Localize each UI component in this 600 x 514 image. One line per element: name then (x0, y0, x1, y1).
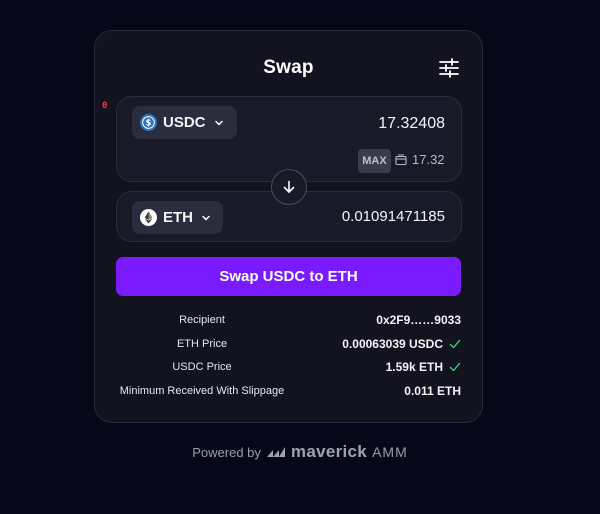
status-badge: 0 (102, 101, 108, 111)
check-icon (449, 339, 461, 348)
powered-by-footer: Powered by maverick AMM (0, 442, 600, 462)
from-token-label: USDC (163, 114, 206, 131)
brand-suffix: AMM (372, 444, 408, 460)
usdc-price-value: 1.59k ETH (385, 360, 443, 374)
wallet-icon (395, 154, 407, 165)
arrow-down-icon (283, 180, 295, 193)
page-title: Swap (263, 57, 314, 78)
detail-row-usdc-price: USDC Price 1.59k ETH (116, 358, 461, 382)
switch-tokens-button[interactable] (271, 169, 307, 205)
detail-row-eth-price: ETH Price 0.00063039 USDC (116, 335, 461, 359)
usdc-icon: $ (140, 114, 157, 131)
svg-text:$: $ (146, 119, 152, 129)
detail-label: Minimum Received With Slippage (119, 384, 285, 397)
eth-icon (140, 209, 157, 226)
from-token-select[interactable]: $ USDC (132, 106, 237, 139)
detail-value: 0.00063039 USDC (342, 337, 461, 351)
detail-value: 0x2F9……9033 (376, 313, 461, 327)
detail-label: ETH Price (176, 337, 228, 350)
card-header: Swap (95, 31, 482, 105)
detail-value: 0.011 ETH (404, 384, 461, 398)
detail-row-min-received: Minimum Received With Slippage 0.011 ETH (116, 382, 461, 406)
from-amount-input[interactable]: 17.32408 (378, 115, 445, 133)
detail-value: 1.59k ETH (386, 360, 461, 374)
page: Swap 0 $ USDC 17.32408 MAX 17.32 ETH 0.0… (0, 0, 600, 514)
to-token-label: ETH (163, 209, 193, 226)
to-token-select[interactable]: ETH (132, 201, 223, 234)
chevron-down-icon (214, 120, 223, 125)
swap-button[interactable]: Swap USDC to ETH (116, 257, 461, 296)
from-balance: 17.32 (395, 152, 445, 167)
sliders-icon[interactable] (438, 57, 460, 79)
powered-by-label: Powered by (192, 444, 261, 460)
check-icon (449, 362, 461, 372)
recipient-address: 0x2F9……9033 (376, 313, 461, 327)
detail-label: Recipient (179, 314, 225, 326)
detail-label: USDC Price (172, 361, 232, 373)
chevron-down-icon (202, 215, 210, 220)
swap-details: Recipient 0x2F9……9033 ETH Price 0.000630… (116, 311, 461, 405)
to-amount-output: 0.01091471185 (341, 208, 445, 225)
maverick-logo-icon (266, 447, 285, 457)
brand-name: maverick (290, 442, 368, 461)
min-received-value: 0.011 ETH (404, 383, 461, 398)
eth-price-value: 0.00063039 USDC (342, 336, 443, 351)
from-balance-value: 17.32 (412, 152, 445, 167)
detail-row-recipient: Recipient 0x2F9……9033 (116, 311, 461, 335)
max-button[interactable]: MAX (358, 149, 391, 173)
